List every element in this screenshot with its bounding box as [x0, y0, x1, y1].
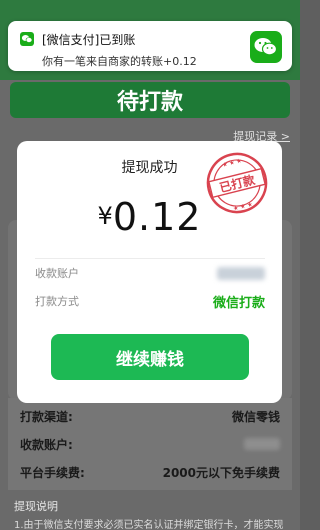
account-value-blurred — [217, 266, 265, 280]
notification-text: 你有一笔来自商家的转账+0.12 — [42, 55, 197, 68]
withdraw-success-dialog: 提现成功 ★ ★ ★ ★ ★ ★ 已打款 ¥0.12 收款账户 打款方式 微信打… — [17, 141, 282, 403]
svg-text:★ ★ ★: ★ ★ ★ — [222, 157, 243, 169]
notification-title: [微信支付]已到账 — [42, 33, 136, 47]
payment-info-list: 打款渠道: 微信零钱 收款账户: 平台手续费: 2000元以下免手续费 — [8, 398, 292, 490]
dialog-divider — [35, 258, 265, 259]
row-channel-label: 打款渠道: — [20, 409, 73, 424]
wechat-icon — [250, 31, 282, 63]
payment-method-row: 打款方式 微信打款 — [35, 291, 265, 311]
row-account-value-blurred — [244, 438, 280, 450]
account-label: 收款账户 — [35, 267, 79, 280]
row-channel: 打款渠道: 微信零钱 — [20, 406, 280, 426]
account-row: 收款账户 — [35, 263, 265, 283]
row-fee-value: 2000元以下免手续费 — [162, 465, 280, 480]
withdraw-notes-title: 提现说明 — [14, 500, 58, 513]
row-fee: 平台手续费: 2000元以下免手续费 — [20, 462, 280, 482]
payment-method-value: 微信打款 — [212, 295, 265, 311]
currency-symbol: ¥ — [97, 202, 113, 230]
row-account: 收款账户: — [20, 434, 280, 454]
row-channel-value: 微信零钱 — [231, 409, 280, 424]
withdraw-amount: ¥0.12 — [17, 195, 282, 239]
wechat-small-icon — [20, 32, 34, 46]
pending-banner: 待打款 — [10, 82, 290, 118]
payment-notification[interactable]: [微信支付]已到账 你有一笔来自商家的转账+0.12 — [8, 21, 292, 71]
withdraw-notes-line: 1.由于微信支付要求必须已实名认证并绑定银行卡，才能实现 — [14, 520, 284, 530]
row-fee-label: 平台手续费: — [20, 465, 85, 480]
row-account-label: 收款账户: — [20, 437, 73, 452]
continue-earning-button[interactable]: 继续赚钱 — [51, 334, 249, 380]
amount-value: 0.12 — [112, 195, 202, 239]
payment-method-label: 打款方式 — [35, 295, 79, 308]
